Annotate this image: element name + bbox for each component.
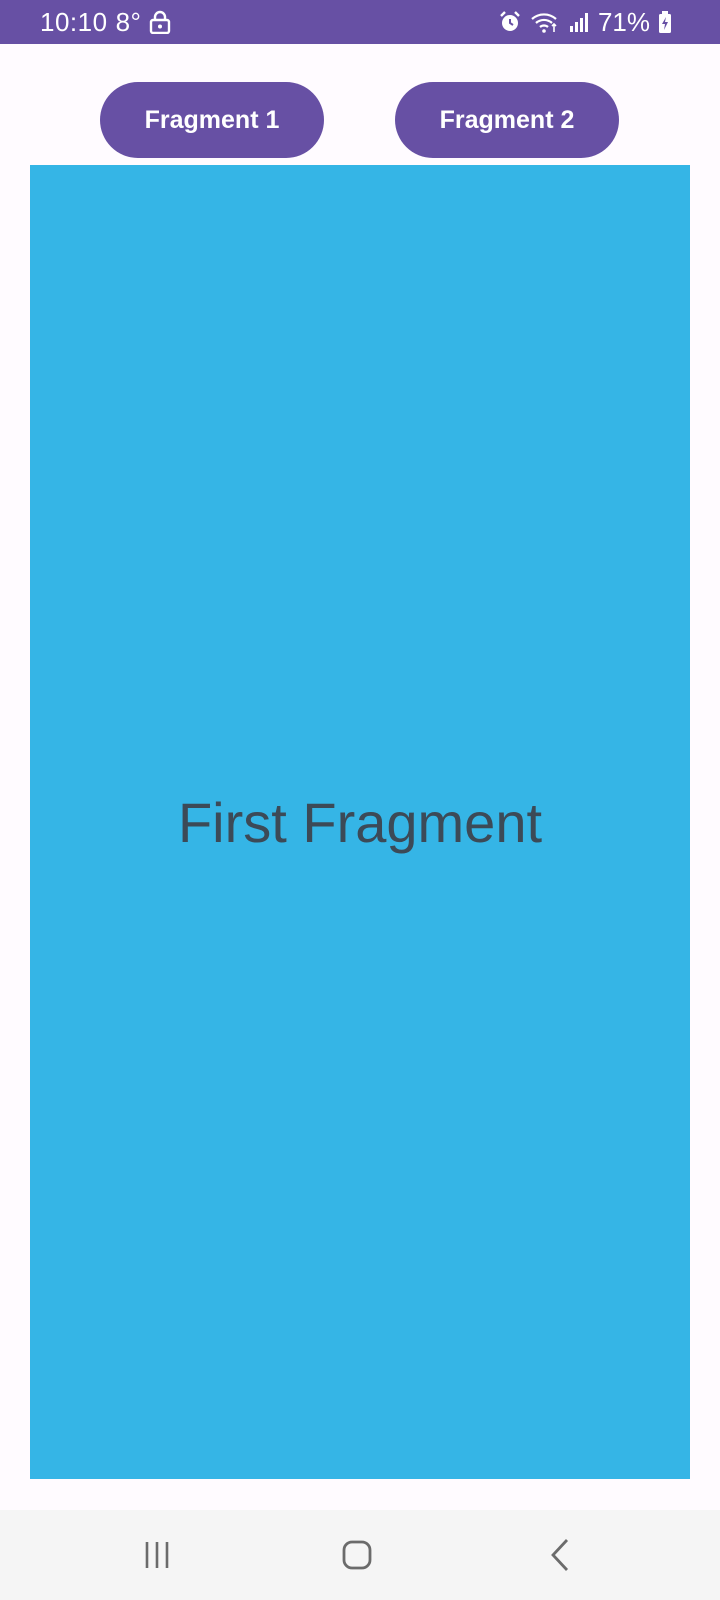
status-right: 71% <box>498 0 672 44</box>
wifi-icon <box>530 10 560 34</box>
battery-charging-icon <box>658 10 672 34</box>
screen: 10:10 8° 71% Fragment 1 Fragment 2 First… <box>0 0 720 1600</box>
lock-icon <box>149 10 171 34</box>
fragment-title: First Fragment <box>177 790 543 854</box>
recent-apps-icon[interactable] <box>127 1530 187 1580</box>
signal-icon <box>568 11 590 33</box>
home-icon[interactable] <box>327 1530 387 1580</box>
status-left: 10:10 8° <box>40 0 171 44</box>
fragment-1-button[interactable]: Fragment 1 <box>100 82 324 158</box>
alarm-icon <box>498 10 522 34</box>
status-time: 10:10 <box>40 6 108 37</box>
navigation-bar <box>0 1510 720 1600</box>
fragment-2-button[interactable]: Fragment 2 <box>395 82 619 158</box>
status-temperature: 8° <box>115 6 142 37</box>
status-battery-text: 71% <box>597 6 650 37</box>
fragment-container: First Fragment <box>30 165 690 1479</box>
status-bar: 10:10 8° 71% <box>0 0 720 44</box>
back-icon[interactable] <box>530 1530 590 1580</box>
